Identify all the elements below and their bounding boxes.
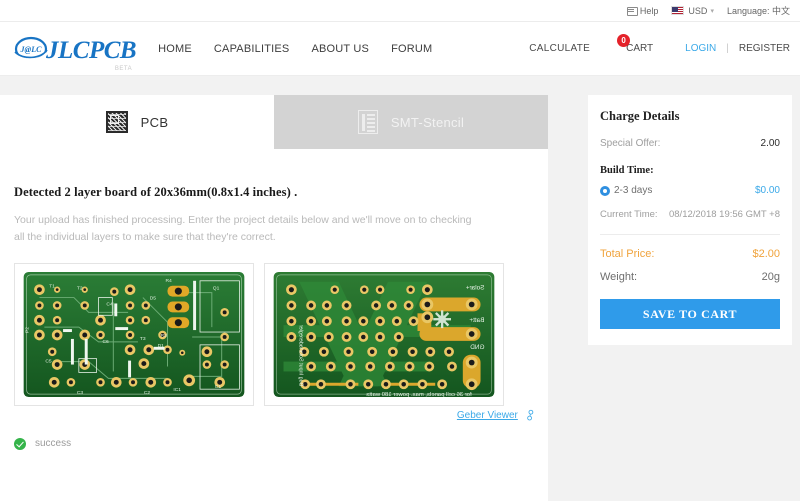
calculate-link[interactable]: CALCULATE [529,43,590,54]
build-time-option-row[interactable]: 2-3 days $0.00 [600,185,780,196]
svg-text:GND: GND [470,343,485,350]
login-link[interactable]: LOGIN [685,43,716,54]
charge-details-panel: Charge Details Special Offer: 2.00 Build… [588,95,792,345]
special-offer-row: Special Offer: 2.00 [600,138,780,149]
nav-item-about-us[interactable]: ABOUT US [311,43,369,55]
svg-text:C3: C3 [77,390,84,396]
svg-text:J@LC: J@LC [20,45,43,54]
save-to-cart-button[interactable]: SAVE TO CART [600,299,780,329]
total-price-label: Total Price: [600,248,655,260]
current-time-label: Current Time: [600,209,658,220]
svg-text:R3: R3 [161,333,168,339]
tab-pcb-label: PCB [140,114,169,130]
svg-text:T1: T1 [49,283,55,289]
svg-text:C5: C5 [45,358,52,364]
logo-text: JLCPCB [46,36,137,64]
pcb-bottom-render: Solar+ Batt+ GND for 36 cell panels, max… [273,271,495,398]
svg-text:Solar+: Solar+ [466,284,485,291]
weight-value: 20g [761,271,780,283]
nav-item-forum[interactable]: FORUM [391,43,432,55]
site-header: J@LC JLCPCB BETA HOME CAPABILITIES ABOUT… [0,22,800,76]
svg-text:Q1: Q1 [213,285,220,291]
detected-board-title: Detected 2 layer board of 20x36mm(0.8x1.… [14,185,298,199]
cart-button[interactable]: 0 CART [617,34,654,54]
tab-smt-stencil[interactable]: SMT-Stencil [274,95,548,149]
stencil-icon [357,110,378,134]
current-time-row: Current Time: 08/12/2018 19:56 GMT +8 [600,209,780,220]
pcb-top-render: T1 T2 Q1 R4 R3 D5 D1 P2 C1 C2 C3 C4 C5 C… [23,271,245,397]
detected-board-description: Your upload has finished processing. Ent… [14,214,472,244]
tab-smt-stencil-label: SMT-Stencil [390,114,465,130]
svg-text:for 36 cell panels, max. power: for 36 cell panels, max. power 180 watts [366,392,471,398]
svg-text:T3: T3 [140,336,146,342]
svg-text:C1: C1 [215,384,222,390]
pcb-preview-gallery: T1 T2 Q1 R4 R3 D5 D1 P2 C1 C2 C3 C4 C5 C… [0,262,548,406]
link-chain-icon[interactable]: ☍ [522,407,539,423]
language-label: Language: 中文 [726,6,790,16]
currency-selector[interactable]: USD ▾ [671,6,714,16]
help-icon [626,6,638,16]
svg-text:D5: D5 [150,295,157,301]
upload-result-panel: PCB SMT-Stencil Detected 2 layer board o… [0,95,548,501]
top-utility-bar: Help USD ▾ Language: 中文 [0,0,800,22]
gerber-viewer-row: Geber Viewer ☍ [0,407,548,423]
help-label: Help [639,5,659,16]
svg-text:Bug Input Solarladeregler: Bug Input Solarladeregler [297,324,303,386]
main-nav: HOME CAPABILITIES ABOUT US FORUM [158,43,454,55]
currency-label: USD [688,5,708,16]
nav-item-capabilities[interactable]: CAPABILITIES [214,43,290,55]
gerber-viewer-link[interactable]: Geber Viewer [457,410,518,421]
header-actions: CALCULATE 0 CART LOGIN | REGISTER [529,34,790,54]
charge-details-title: Charge Details [600,109,680,123]
current-time-value: 08/12/2018 19:56 GMT +8 [668,209,780,220]
cart-label: CART [626,43,654,54]
header-divider: | [726,43,729,54]
us-flag-icon [671,6,685,15]
register-link[interactable]: REGISTER [739,43,790,54]
logo[interactable]: J@LC JLCPCB BETA [14,35,137,72]
tab-pcb[interactable]: PCB [0,95,274,149]
page-body: PCB SMT-Stencil Detected 2 layer board o… [0,76,800,501]
svg-text:IC1: IC1 [173,387,181,393]
charge-divider [600,234,780,235]
pcb-preview-top[interactable]: T1 T2 Q1 R4 R3 D5 D1 P2 C1 C2 C3 C4 C5 C… [14,262,254,406]
total-price-row: Total Price: $2.00 [600,248,780,260]
svg-text:P2: P2 [25,326,31,332]
svg-text:Batt+: Batt+ [469,317,484,324]
build-time-radio[interactable] [600,185,610,196]
pcb-icon [105,111,128,133]
help-link[interactable]: Help [626,5,659,16]
svg-text:T2: T2 [77,285,83,291]
nav-item-home[interactable]: HOME [158,43,192,55]
total-price-value: $2.00 [752,248,780,260]
svg-text:C2: C2 [144,390,151,396]
cart-count-badge: 0 [617,34,631,47]
status-text: success [35,438,72,450]
build-time-option-label: 2-3 days [614,185,653,196]
svg-text:C4: C4 [106,301,113,307]
upload-status: success [0,437,548,450]
jlc-logo-icon: J@LC [14,35,48,63]
special-offer-label: Special Offer: [600,138,661,149]
svg-text:R4: R4 [166,277,173,283]
svg-text:C6: C6 [102,338,109,344]
pcb-preview-bottom[interactable]: Solar+ Batt+ GND for 36 cell panels, max… [264,262,504,406]
special-offer-value: 2.00 [760,138,780,149]
build-time-label: Build Time: [600,165,654,176]
detection-block: Detected 2 layer board of 20x36mm(0.8x1.… [0,149,548,247]
build-time-price: $0.00 [754,185,780,196]
product-type-tabs: PCB SMT-Stencil [0,95,548,149]
logo-beta-tag: BETA [114,65,133,72]
success-check-icon [14,437,26,450]
chevron-down-icon: ▾ [710,7,714,15]
weight-row: Weight: 20g [600,271,780,283]
weight-label: Weight: [600,271,638,283]
svg-text:D1: D1 [158,342,165,348]
language-selector[interactable]: Language: 中文 [727,4,790,17]
